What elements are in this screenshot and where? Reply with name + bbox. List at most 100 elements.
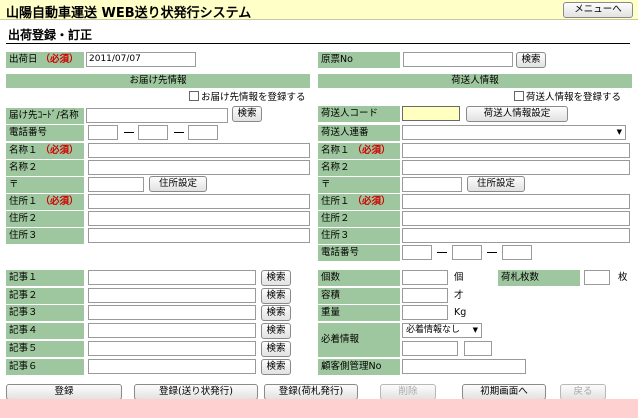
delivery-address-set-button[interactable]: 住所設定 [149, 176, 207, 192]
shipper-name2-input[interactable] [402, 160, 630, 175]
note2-search-button[interactable]: 検索 [261, 288, 291, 304]
delivery-phone-label: 電話番号 [6, 125, 84, 141]
shipper-addr1-input[interactable] [402, 194, 630, 209]
shipper-addr2-input[interactable] [402, 211, 630, 226]
slip-no-label: 原票No [318, 52, 400, 68]
note1-input[interactable] [88, 270, 256, 285]
shipper-code-input[interactable] [402, 106, 460, 121]
note4-search-button[interactable]: 検索 [261, 323, 291, 339]
volume-unit: 才 [454, 290, 464, 301]
note1-label: 記事１ [6, 270, 84, 286]
note4-input[interactable] [88, 323, 256, 338]
note5-label: 記事５ [6, 341, 84, 357]
delivery-addr3-input[interactable] [88, 228, 310, 243]
note1-search-button[interactable]: 検索 [261, 270, 291, 286]
delivery-postal-input[interactable] [88, 177, 144, 192]
shipper-name1-input[interactable] [402, 143, 630, 158]
delivery-addr2-input[interactable] [88, 211, 310, 226]
arrival-time-input[interactable] [464, 341, 492, 356]
customer-mgmt-input[interactable] [402, 359, 526, 374]
app-title: 山陽自動車運送 WEB送り状発行システム [6, 6, 252, 21]
arrival-label: 必着情報 [318, 323, 400, 357]
delivery-name2-input[interactable] [88, 160, 310, 175]
checkbox-icon[interactable] [189, 91, 199, 101]
delivery-phone-area[interactable] [88, 125, 118, 140]
checkbox-icon[interactable] [514, 91, 524, 101]
shipper-address-set-button[interactable]: 住所設定 [467, 176, 525, 192]
note6-label: 記事６ [6, 359, 84, 375]
count-unit: 個 [454, 272, 464, 283]
note4-label: 記事４ [6, 323, 84, 339]
shipper-register-checkbox[interactable]: 荷送人情報を登録する [514, 91, 621, 104]
arrival-select[interactable]: 必着情報なし ▼ [402, 323, 482, 338]
shipper-section-header: 荷送人情報 [318, 74, 632, 88]
shipper-contact-label: 荷送人連番 [318, 125, 400, 141]
shipper-phone-exchange[interactable] [452, 245, 482, 260]
shipper-settings-button[interactable]: 荷送人情報設定 [466, 106, 568, 122]
delivery-name1-input[interactable] [88, 143, 310, 158]
shipper-code-label: 荷送人コード [318, 106, 400, 122]
count-label: 個数 [318, 270, 400, 286]
customer-mgmt-label: 顧客側管理No [318, 359, 400, 375]
status-bar [0, 399, 638, 418]
slip-no-input[interactable] [403, 52, 513, 67]
home-button[interactable]: 初期画面へ [462, 384, 546, 400]
shipper-phone-number[interactable] [502, 245, 532, 260]
register-button[interactable]: 登録 [6, 384, 122, 400]
note6-input[interactable] [88, 359, 256, 374]
back-button[interactable]: 戻る [560, 384, 606, 400]
delivery-phone-number[interactable] [188, 125, 218, 140]
count-input[interactable] [402, 270, 448, 285]
note3-search-button[interactable]: 検索 [261, 305, 291, 321]
shipper-name1-label: 名称１ （必須） [318, 143, 400, 159]
ship-date-input[interactable]: 2011/07/07 [86, 52, 196, 67]
page-title: 出荷登録・訂正 [8, 28, 93, 42]
delivery-addr1-label: 住所１ （必須） [6, 194, 84, 210]
shipper-phone-label: 電話番号 [318, 245, 400, 261]
delivery-phone-exchange[interactable] [138, 125, 168, 140]
shipper-addr1-label: 住所１ （必須） [318, 194, 400, 210]
phone-separator [174, 132, 184, 133]
volume-input[interactable] [402, 288, 448, 303]
delivery-code-input[interactable] [86, 108, 228, 123]
delivery-name1-label: 名称１ （必須） [6, 143, 84, 159]
phone-separator [487, 252, 497, 253]
note6-search-button[interactable]: 検索 [261, 359, 291, 375]
delivery-postal-label: 〒 [6, 177, 84, 193]
shipper-postal-input[interactable] [402, 177, 462, 192]
delivery-name2-label: 名称２ [6, 160, 84, 176]
shipper-addr3-input[interactable] [402, 228, 630, 243]
register-tag-button[interactable]: 登録(荷札発行) [264, 384, 358, 400]
note2-input[interactable] [88, 288, 256, 303]
ship-date-label: 出荷日 （必須） [6, 52, 84, 68]
note2-label: 記事２ [6, 288, 84, 304]
weight-input[interactable] [402, 305, 448, 320]
shipper-phone-area[interactable] [402, 245, 432, 260]
shipper-contact-select[interactable]: ▼ [402, 125, 626, 140]
delivery-section-header: お届け先情報 [6, 74, 310, 88]
weight-label: 重量 [318, 305, 400, 321]
phone-separator [437, 252, 447, 253]
shipper-name2-label: 名称２ [318, 160, 400, 176]
slip-search-button[interactable]: 検索 [516, 52, 546, 68]
menu-button[interactable]: メニューへ [563, 2, 633, 18]
note3-label: 記事３ [6, 305, 84, 321]
note3-input[interactable] [88, 305, 256, 320]
chevron-down-icon: ▼ [472, 326, 478, 334]
note5-search-button[interactable]: 検索 [261, 341, 291, 357]
shipper-addr3-label: 住所３ [318, 228, 400, 244]
tag-count-input[interactable] [584, 270, 610, 285]
tag-count-label: 荷札枚数 [498, 270, 580, 286]
delivery-search-button[interactable]: 検索 [232, 106, 262, 122]
weight-unit: Kg [454, 307, 467, 318]
delivery-register-checkbox[interactable]: お届け先情報を登録する [189, 91, 306, 104]
delivery-addr1-input[interactable] [88, 194, 310, 209]
arrival-date-input[interactable] [402, 341, 458, 356]
shipper-postal-label: 〒 [318, 177, 400, 193]
shipper-addr2-label: 住所２ [318, 211, 400, 227]
delete-button[interactable]: 削除 [380, 384, 436, 400]
register-slip-button[interactable]: 登録(送り状発行) [134, 384, 258, 400]
delivery-code-label: 届け先ｺｰﾄﾞ/名称 [6, 108, 84, 124]
note5-input[interactable] [88, 341, 256, 356]
chevron-down-icon: ▼ [616, 128, 622, 136]
